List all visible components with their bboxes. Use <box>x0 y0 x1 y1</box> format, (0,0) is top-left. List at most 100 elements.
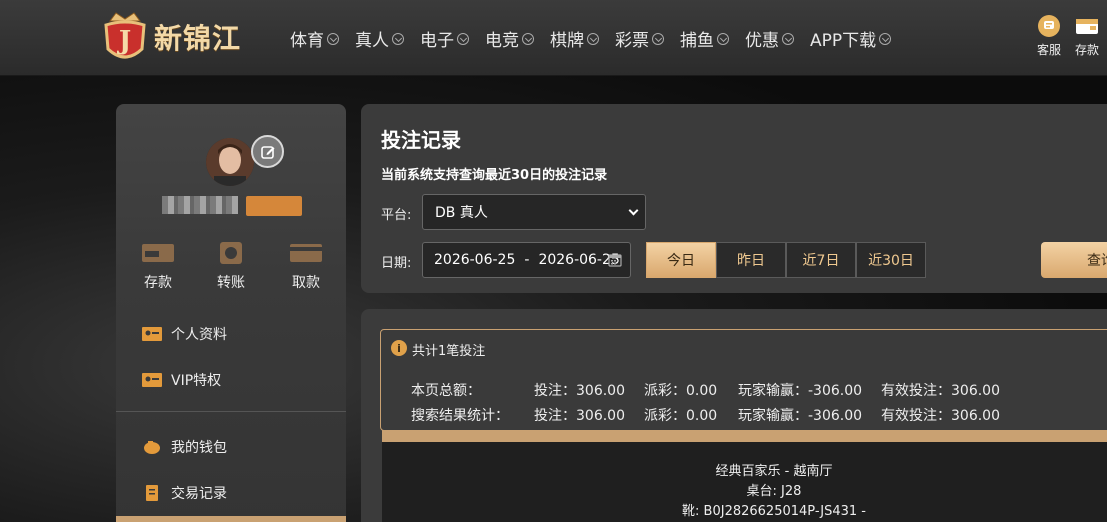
header-deposit-label: 存款 <box>1074 43 1099 57</box>
nav-item-promotions[interactable]: 优惠 <box>745 26 794 51</box>
range-7days-button[interactable]: 近7日 <box>786 242 856 278</box>
header-quick-actions: 客服 存款 <box>1030 14 1106 58</box>
nav-label: APP下载 <box>810 31 877 51</box>
range-yesterday-button[interactable]: 昨日 <box>716 242 786 278</box>
withdraw-icon <box>290 244 322 262</box>
range-30days-button[interactable]: 近30日 <box>856 242 926 278</box>
nav-item-fishing[interactable]: 捕鱼 <box>680 26 729 51</box>
username-masked <box>162 196 238 214</box>
nav-label: 捕鱼 <box>680 31 714 51</box>
summary-payout: 派彩：0.00 <box>644 408 718 424</box>
nav-item-lottery[interactable]: 彩票 <box>615 26 664 51</box>
sidebar-withdraw-label: 取款 <box>292 275 320 291</box>
edit-profile-button[interactable] <box>251 135 284 168</box>
header-deposit-button[interactable]: 存款 <box>1068 14 1106 58</box>
summary-bet: 投注：306.00 <box>534 408 625 424</box>
nav-label: 体育 <box>290 31 324 51</box>
chevron-down-icon <box>879 32 892 45</box>
brand-name: 新锦江 <box>154 22 242 55</box>
platform-selected-value: DB 真人 <box>435 205 488 221</box>
document-icon <box>146 485 158 501</box>
summary-row-label: 本页总额： <box>411 383 481 399</box>
sidebar-withdraw-button[interactable]: 取款 <box>281 242 331 292</box>
logo-crest-icon: J <box>100 9 150 65</box>
main-nav: 体育 真人 电子 电竞 棋牌 彩票 捕鱼 优惠 APP下载 <box>290 26 907 51</box>
platform-select[interactable]: DB 真人 <box>422 194 646 230</box>
summary-row-label: 搜索结果统计： <box>411 408 509 424</box>
nav-item-esports[interactable]: 电竞 <box>485 26 534 51</box>
chevron-down-icon <box>392 32 404 45</box>
bet-record-table: 经典百家乐 - 越南厅 桌台: J28 靴: B0J2826625014P-JS… <box>382 442 1107 522</box>
chevron-down-icon <box>652 32 664 45</box>
nav-label: 棋牌 <box>550 31 584 51</box>
sidebar-deposit-label: 存款 <box>144 275 172 291</box>
nav-item-live[interactable]: 真人 <box>355 26 404 51</box>
id-card-icon <box>142 327 162 341</box>
customer-service-button[interactable]: 客服 <box>1030 14 1068 58</box>
sidebar-deposit-button[interactable]: 存款 <box>133 242 183 292</box>
nav-item-app-download[interactable]: APP下载 <box>810 26 892 51</box>
sidebar-item-profile[interactable]: 个人资料 <box>116 311 346 357</box>
summary-bet: 投注：306.00 <box>534 383 625 399</box>
date-separator: - <box>524 252 530 268</box>
sidebar-item-vip[interactable]: VIP特权 <box>116 357 346 403</box>
chevron-down-icon <box>457 32 469 45</box>
page-title: 投注记录 <box>381 128 461 152</box>
summary-payout: 派彩：0.00 <box>644 383 718 399</box>
platform-label: 平台: <box>381 208 412 223</box>
sidebar-menu-profile: 个人资料 VIP特权 <box>116 311 346 403</box>
record-shoe-id: 靴: B0J2826625014P-JS431 - <box>682 504 866 519</box>
sidebar-item-bet-records-active[interactable] <box>116 516 346 522</box>
sidebar-item-label: 交易记录 <box>171 486 227 502</box>
page-subtitle: 当前系统支持查询最近30日的投注记录 <box>381 168 608 183</box>
nav-label: 彩票 <box>615 31 649 51</box>
avatar <box>206 138 254 186</box>
chevron-down-icon <box>522 32 534 45</box>
nav-label: 电竞 <box>485 31 519 51</box>
sidebar-item-label: 个人资料 <box>171 327 227 343</box>
vip-level-badge <box>246 196 302 216</box>
range-today-button[interactable]: 今日 <box>646 242 716 278</box>
record-game-name: 经典百家乐 - 越南厅 <box>715 464 833 479</box>
sidebar-transfer-label: 转账 <box>217 275 245 291</box>
chat-bubble-icon <box>1038 15 1060 37</box>
summary-title: 共计1笔投注 <box>412 344 486 359</box>
sidebar-divider <box>116 411 346 412</box>
nav-label: 真人 <box>355 31 389 51</box>
calendar-icon <box>608 254 622 267</box>
chevron-down-icon <box>587 32 599 45</box>
brand-logo[interactable]: J 新锦江 <box>100 8 241 66</box>
chevron-down-icon <box>628 205 639 216</box>
sidebar-transfer-button[interactable]: 转账 <box>206 242 256 292</box>
sidebar-item-transactions[interactable]: 交易记录 <box>116 470 346 516</box>
summary-valid-bet: 有效投注：306.00 <box>881 383 1000 399</box>
piggy-bank-icon <box>144 441 160 454</box>
nav-item-cards[interactable]: 棋牌 <box>550 26 599 51</box>
query-button[interactable]: 查询 <box>1041 242 1107 278</box>
summary-winloss: 玩家输赢：-306.00 <box>738 408 863 424</box>
date-label: 日期: <box>381 256 412 271</box>
nav-item-sports[interactable]: 体育 <box>290 26 339 51</box>
date-range-picker[interactable]: 2026-06-25 - 2026-06-25 <box>422 242 631 278</box>
summary-box: i 共计1笔投注 本页总额： 投注：306.00 派彩：0.00 玩家输赢：-3… <box>380 329 1107 431</box>
nav-label: 电子 <box>420 31 454 51</box>
date-start: 2026-06-25 <box>434 252 516 268</box>
sidebar-item-wallet[interactable]: 我的钱包 <box>116 424 346 470</box>
deposit-icon <box>142 244 174 262</box>
bet-record-filter-panel: 投注记录 当前系统支持查询最近30日的投注记录 平台: DB 真人 日期: 20… <box>361 104 1107 293</box>
nav-label: 优惠 <box>745 31 779 51</box>
chevron-down-icon <box>782 32 794 45</box>
record-table-id: 桌台: J28 <box>746 484 802 499</box>
sidebar-menu-finance: 我的钱包 交易记录 <box>116 424 346 516</box>
table-header-bar <box>382 430 1107 442</box>
top-header: J 新锦江 体育 真人 电子 电竞 棋牌 彩票 捕鱼 优惠 APP下载 客服 存… <box>0 0 1107 76</box>
nav-item-slots[interactable]: 电子 <box>420 26 469 51</box>
sidebar-item-label: 我的钱包 <box>171 440 227 456</box>
vip-card-icon <box>142 373 162 387</box>
transfer-icon <box>220 242 242 264</box>
svg-text:J: J <box>117 26 131 56</box>
pencil-icon <box>260 145 274 159</box>
summary-winloss: 玩家输赢：-306.00 <box>738 383 863 399</box>
account-sidebar: 存款 转账 取款 个人资料 VIP特权 我的钱包 交易记录 <box>116 104 346 522</box>
chevron-down-icon <box>327 32 339 45</box>
